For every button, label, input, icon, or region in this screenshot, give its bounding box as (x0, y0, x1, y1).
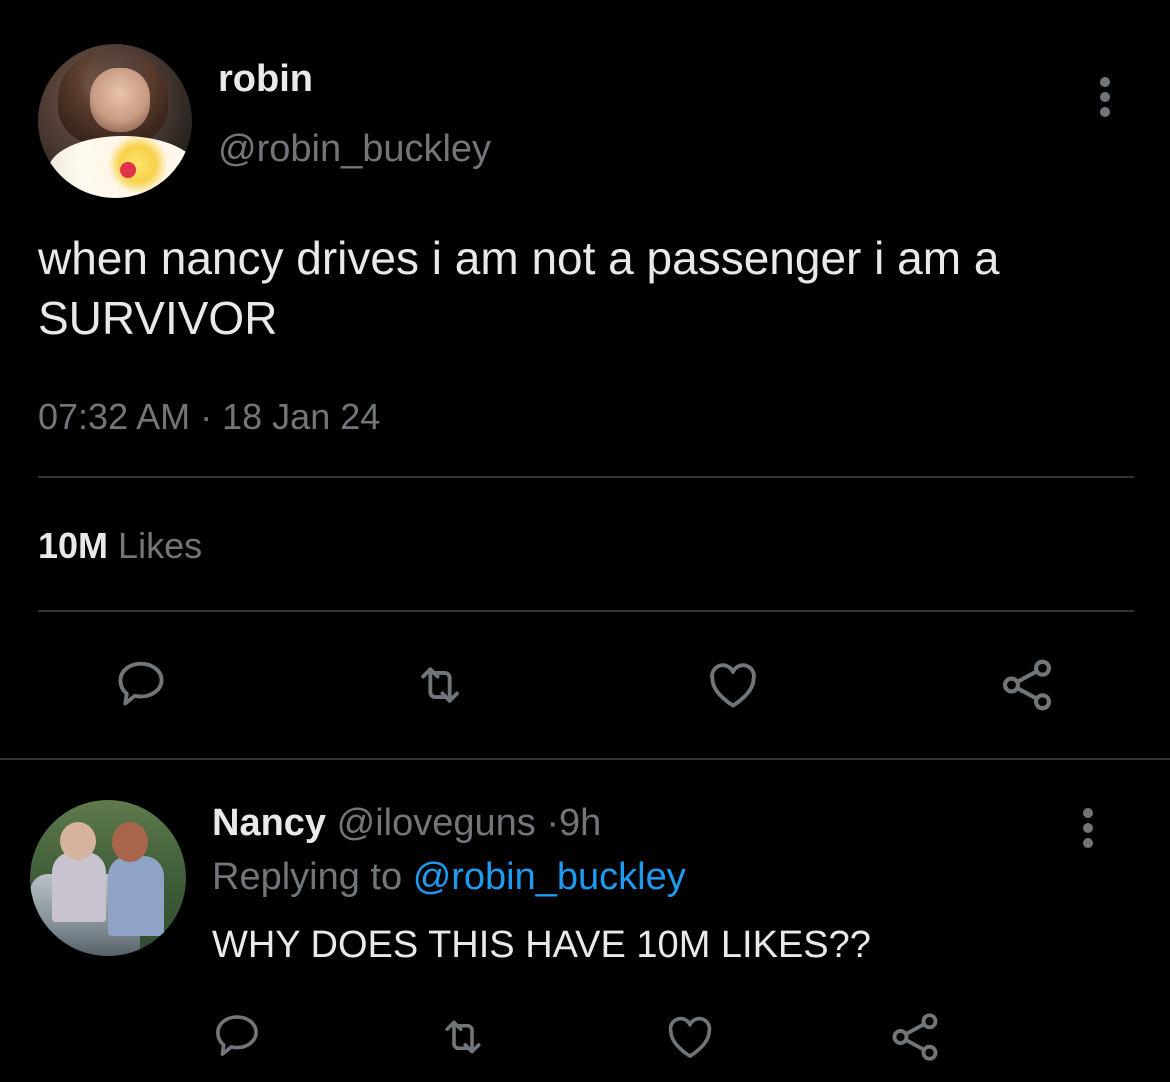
divider (0, 758, 1170, 760)
reply-author-handle[interactable]: @iloveguns (337, 802, 536, 844)
divider (38, 476, 1134, 478)
meta-separator: · (546, 802, 559, 844)
avatar-person-body (52, 852, 106, 922)
avatar-berry (120, 162, 136, 178)
more-vertical-icon[interactable] (1095, 75, 1115, 120)
reply-icon[interactable] (210, 1008, 264, 1062)
share-icon[interactable] (886, 1008, 944, 1066)
more-vertical-icon[interactable] (1078, 806, 1098, 851)
author-name[interactable]: robin (218, 58, 313, 101)
divider (38, 610, 1134, 612)
tweet-timestamp[interactable]: 07:32 AM · 18 Jan 24 (38, 396, 380, 438)
tweet-text: when nancy drives i am not a passenger i… (38, 232, 1000, 344)
avatar[interactable] (38, 44, 192, 198)
avatar-face (90, 68, 150, 132)
likes-count: 10M (38, 525, 109, 566)
like-icon[interactable] (703, 656, 763, 714)
share-icon[interactable] (996, 654, 1058, 716)
author-handle[interactable]: @robin_buckley (218, 128, 491, 171)
replying-to: Replying to @robin_buckley (212, 856, 686, 899)
likes-label: Likes (118, 525, 203, 566)
avatar-person-head (60, 822, 96, 860)
replying-handle-link[interactable]: @robin_buckley (413, 856, 686, 898)
reply-age[interactable]: 9h (559, 802, 601, 844)
avatar[interactable] (30, 800, 186, 956)
meta-separator: · (200, 396, 213, 437)
reply-text: WHY DOES THIS HAVE 10M LIKES?? (212, 924, 871, 966)
avatar-person-head (112, 822, 148, 862)
like-icon[interactable] (662, 1010, 718, 1064)
likes-stat[interactable]: 10M Likes (38, 525, 202, 567)
retweet-icon[interactable] (435, 1010, 491, 1064)
reply-icon[interactable] (112, 654, 170, 712)
tweet-date: 18 Jan 24 (222, 396, 381, 437)
replying-prefix: Replying to (212, 856, 403, 898)
reply-header: Nancy @iloveguns ·9h (212, 802, 601, 845)
tweet-time: 07:32 AM (38, 396, 191, 437)
reply-author-name[interactable]: Nancy (212, 802, 326, 844)
retweet-icon[interactable] (410, 656, 470, 714)
avatar-person-body (108, 856, 164, 936)
